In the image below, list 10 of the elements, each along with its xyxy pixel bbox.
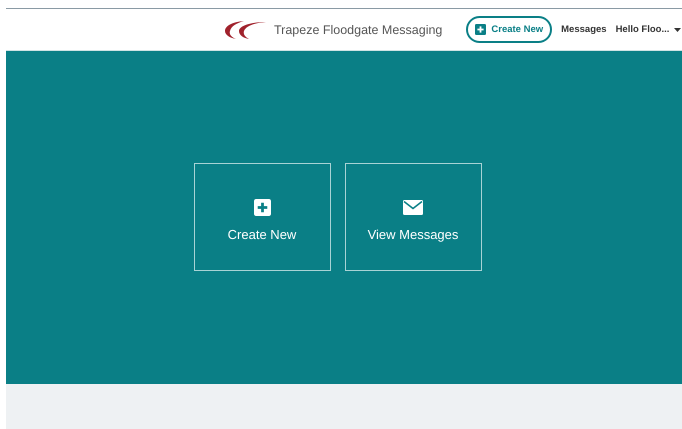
user-menu[interactable]: Hello Floo...	[616, 24, 682, 35]
caret-icon	[674, 28, 682, 32]
tile-button[interactable]: Create New	[194, 163, 330, 271]
messages-link[interactable]: Messages	[561, 24, 607, 35]
plus-icon	[254, 199, 270, 216]
plus-icon	[475, 24, 486, 35]
envelope-icon	[403, 200, 423, 215]
create-new-button[interactable]: Create New	[466, 16, 552, 43]
app-title: Trapeze Floodgate Messaging	[274, 22, 442, 36]
tile-button[interactable]: View Messages	[344, 163, 482, 271]
